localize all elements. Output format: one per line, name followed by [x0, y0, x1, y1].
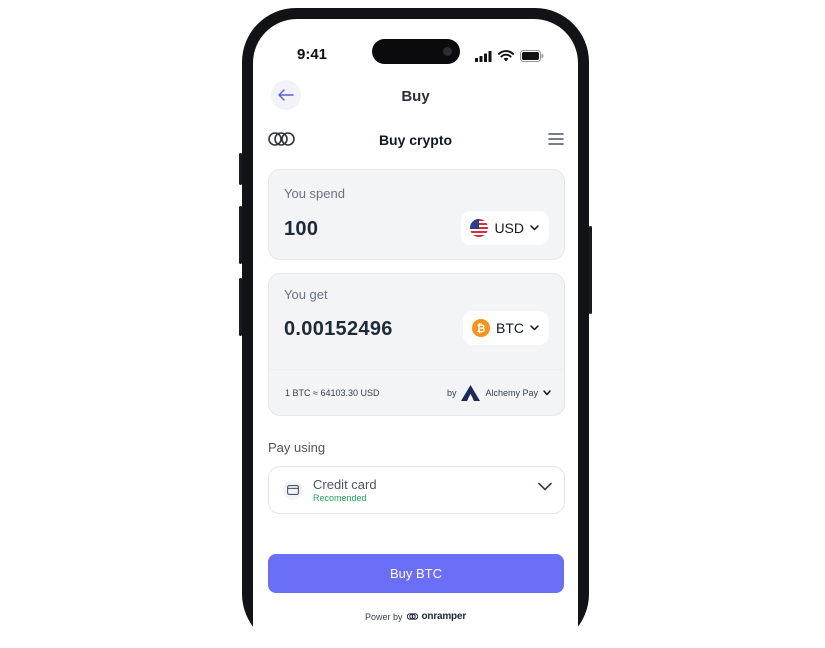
onramper-logo-icon — [406, 613, 418, 620]
spend-label: You spend — [284, 186, 345, 201]
recommended-badge: Recomended — [313, 493, 367, 503]
status-time: 9:41 — [297, 46, 328, 63]
powered-by-prefix: Power by — [364, 611, 403, 622]
page-title: Buy — [401, 88, 430, 105]
menu-button[interactable] — [548, 132, 564, 151]
phone-screen: 9:41 Buy Buy crypto You spend 100 USD Yo… — [253, 19, 578, 648]
provider-selector[interactable]: by Alchemy Pay — [446, 384, 551, 401]
power-button — [589, 226, 592, 314]
powered-by-brand: onramper — [421, 611, 467, 622]
silent-switch — [239, 153, 242, 185]
buy-button[interactable]: Buy BTC — [268, 554, 564, 593]
exchange-rate: 1 BTC ≈ 64103.30 USD — [285, 387, 380, 398]
get-label: You get — [284, 287, 328, 302]
chevron-down-icon — [530, 225, 539, 231]
volume-up-button — [239, 206, 242, 264]
bitcoin-icon: ₿ — [472, 319, 490, 337]
alchemy-pay-logo-icon — [461, 384, 481, 401]
volume-down-button — [239, 278, 242, 336]
phone-frame: 9:41 Buy Buy crypto You spend 100 USD Yo… — [239, 8, 592, 648]
provider-name: Alchemy Pay — [485, 387, 538, 398]
chevron-down-icon — [538, 482, 552, 491]
get-currency-selector[interactable]: ₿ BTC — [463, 311, 549, 345]
hamburger-menu-icon — [548, 133, 564, 145]
payment-method-name: Credit card — [313, 477, 377, 492]
get-currency-code: BTC — [496, 320, 524, 336]
spend-card: You spend 100 USD — [268, 169, 565, 260]
spend-currency-code: USD — [494, 220, 524, 236]
us-flag-icon — [470, 219, 489, 237]
svg-text:₿: ₿ — [477, 322, 486, 335]
spend-amount-input[interactable]: 100 — [284, 218, 318, 241]
battery-icon — [520, 50, 544, 62]
powered-by: Power by onramper — [253, 611, 578, 622]
dynamic-island — [372, 39, 460, 64]
pay-using-label: Pay using — [268, 440, 326, 455]
camera-icon — [443, 47, 452, 56]
status-icons — [475, 50, 544, 62]
spend-currency-selector[interactable]: USD — [461, 211, 549, 245]
widget-title: Buy crypto — [378, 132, 453, 148]
chevron-down-icon — [543, 389, 551, 395]
signal-icon — [475, 50, 492, 62]
get-card: You get 0.00152496 ₿ BTC 1 BTC ≈ 64103.3… — [268, 273, 565, 416]
chevron-down-icon — [530, 325, 539, 331]
payment-method-selector[interactable]: Credit card Recomended — [268, 466, 565, 514]
credit-card-icon — [283, 480, 303, 500]
get-amount: 0.00152496 — [284, 318, 393, 340]
rate-row: 1 BTC ≈ 64103.30 USD by Alchemy Pay — [269, 369, 564, 415]
wifi-icon — [498, 50, 514, 62]
provider-by: by — [446, 387, 457, 398]
